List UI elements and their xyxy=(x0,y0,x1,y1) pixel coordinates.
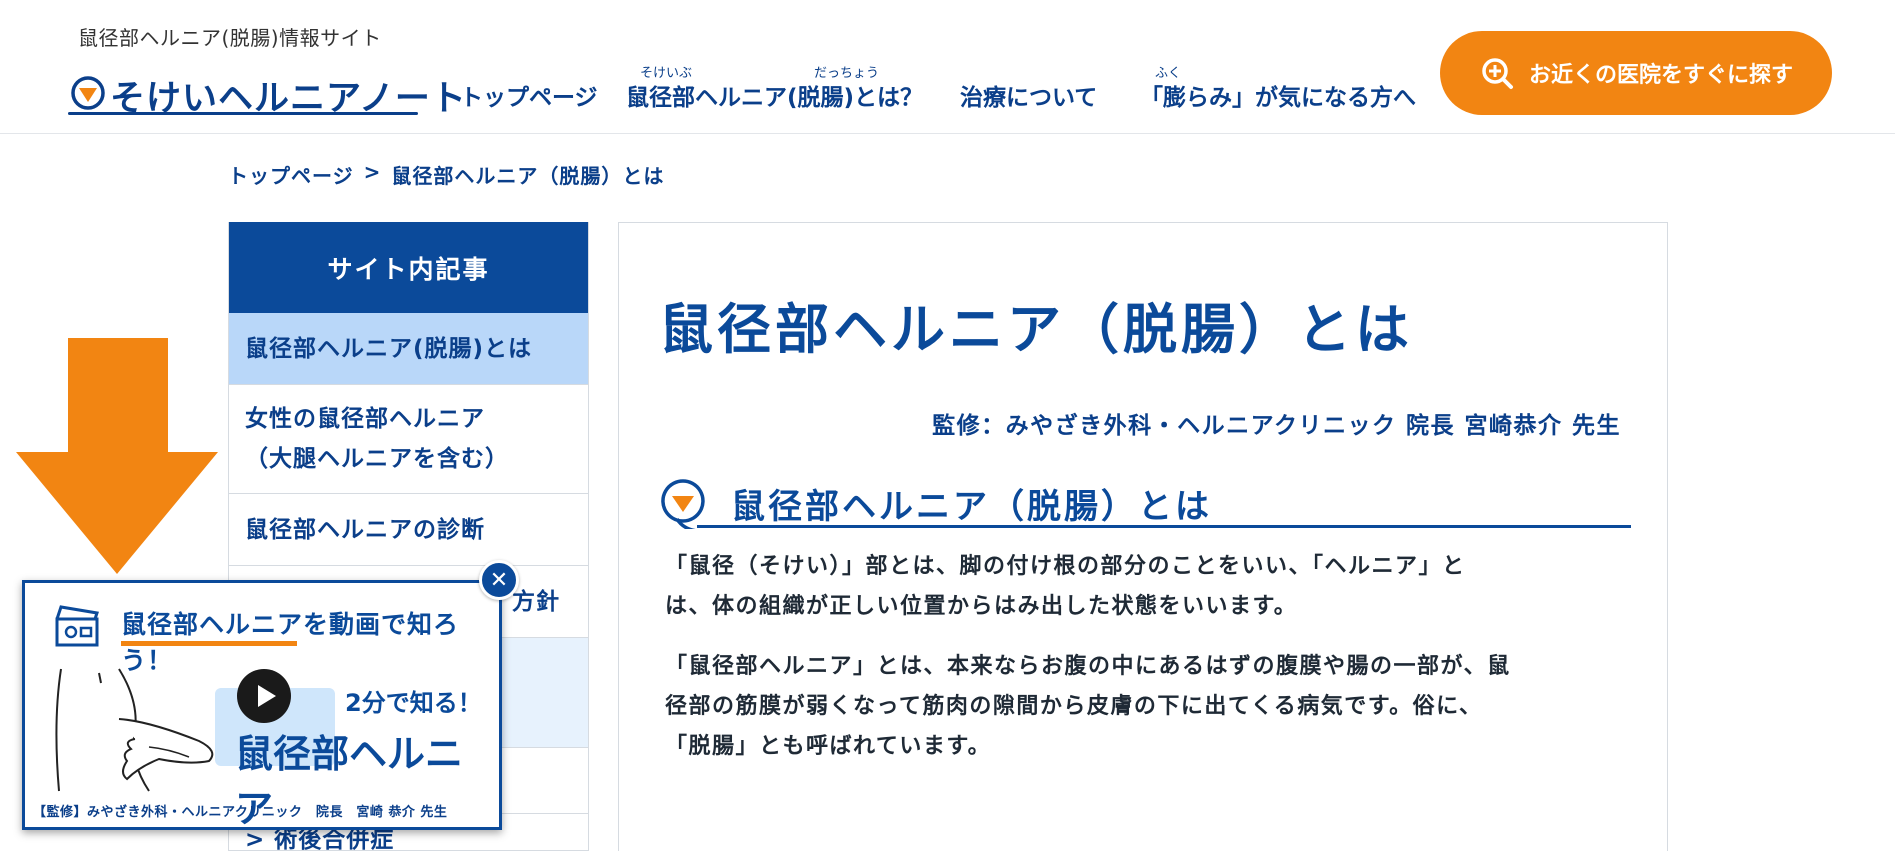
logo-pin-icon xyxy=(71,76,105,110)
find-clinic-label: お近くの医院をすぐに探す xyxy=(1528,63,1793,88)
paragraph-1: 「鼠径（そけい）」部とは、脚の付け根の部分のことをいい、「ヘルニア」と は、体の… xyxy=(665,547,1625,627)
paragraph-line: 「脱腸」とも呼ばれています。 xyxy=(665,734,992,759)
popup-badge: 2分で知る！ xyxy=(345,689,482,717)
supervisor-credit: 監修：みやざき外科・ヘルニアクリニック 院長 宮崎恭介 先生 xyxy=(932,413,1621,439)
logo-underline xyxy=(68,112,418,115)
breadcrumb-separator: > xyxy=(363,160,382,184)
arrow-down-icon xyxy=(16,338,218,574)
body-illustration-icon xyxy=(55,668,214,792)
find-clinic-button[interactable]: お近くの医院をすぐに探す xyxy=(1440,31,1832,115)
section-title: 鼠径部ヘルニア（脱腸）とは xyxy=(731,487,1212,527)
sidebar-item-female-hernia[interactable]: 女性の鼠径部ヘルニア （大腿ヘルニアを含む） xyxy=(229,385,588,494)
paragraph-line: 「鼠径部ヘルニア」とは、本来ならお腹の中にあるはずの腹膜や腸の一部が、鼠 xyxy=(665,654,1511,679)
popup-footer: 【監修】みやざき外科・ヘルニアクリニック 院長 宮崎 恭介 先生 xyxy=(33,805,448,820)
sidebar-item-label: 鼠径部ヘルニアの診断 xyxy=(245,516,485,543)
sidebar-item-diagnosis[interactable]: 鼠径部ヘルニアの診断 xyxy=(229,494,588,566)
page-title: 鼠径部ヘルニア（脱腸）とは xyxy=(659,298,1413,361)
nav-treatment[interactable]: 治療について xyxy=(960,78,1097,112)
nav-bulge-concern[interactable]: 「膨らみ」が気になる方へ xyxy=(1140,78,1416,112)
popup-title-underline xyxy=(121,641,297,646)
sidebar-item-label: （大腿ヘルニアを含む） xyxy=(245,446,509,472)
site-header: 鼠径部ヘルニア(脱腸)情報サイト そけいヘルニアノート トップページ そけいぶ … xyxy=(0,0,1895,134)
play-icon xyxy=(257,685,276,707)
sidebar-title: サイト内記事 xyxy=(229,222,588,313)
main-content: 鼠径部ヘルニア（脱腸）とは 監修：みやざき外科・ヘルニアクリニック 院長 宮崎恭… xyxy=(618,222,1668,851)
sidebar-item-label: 鼠径部ヘルニア(脱腸)とは xyxy=(245,335,533,362)
breadcrumb-home[interactable]: トップページ xyxy=(228,160,354,189)
video-popup[interactable]: 鼠径部ヘルニアを動画で知ろう！ 2分で知る！ 鼠径部ヘルニア 【監修】みやざき外… xyxy=(22,580,502,831)
paragraph-2: 「鼠径部ヘルニア」とは、本来ならお腹の中にあるはずの腹膜や腸の一部が、鼠 径部の… xyxy=(665,647,1625,767)
nav-what-is-hernia[interactable]: 鼠径部ヘルニア(脱腸)とは？ xyxy=(626,78,923,112)
close-icon[interactable]: ✕ xyxy=(479,560,519,600)
clapperboard-icon xyxy=(55,605,99,647)
play-button[interactable] xyxy=(237,669,291,723)
sidebar-item-what-is-hernia[interactable]: 鼠径部ヘルニア(脱腸)とは xyxy=(229,313,588,385)
sidebar-item-label: 方針 xyxy=(512,588,560,615)
paragraph-line: 径部の筋膜が弱くなって筋肉の隙間から皮膚の下に出てくる病気です。俗に、 xyxy=(665,694,1483,719)
site-tagline: 鼠径部ヘルニア(脱腸)情報サイト xyxy=(78,26,382,50)
breadcrumb: トップページ > 鼠径部ヘルニア（脱腸）とは xyxy=(228,160,664,189)
paragraph-line: 「鼠径（そけい）」部とは、脚の付け根の部分のことをいい、「ヘルニア」と xyxy=(665,554,1466,579)
section-heading: 鼠径部ヘルニア（脱腸）とは xyxy=(657,473,1631,533)
paragraph-line: は、体の組織が正しい位置からはみ出した状態をいいます。 xyxy=(665,594,1298,619)
search-plus-icon xyxy=(1482,58,1513,89)
sidebar-item-label: 女性の鼠径部ヘルニア xyxy=(245,406,485,432)
section-underline xyxy=(697,525,1631,528)
nav-top-page[interactable]: トップページ xyxy=(460,78,598,112)
section-pin-icon xyxy=(661,479,705,529)
breadcrumb-current: 鼠径部ヘルニア（脱腸）とは xyxy=(391,164,665,188)
